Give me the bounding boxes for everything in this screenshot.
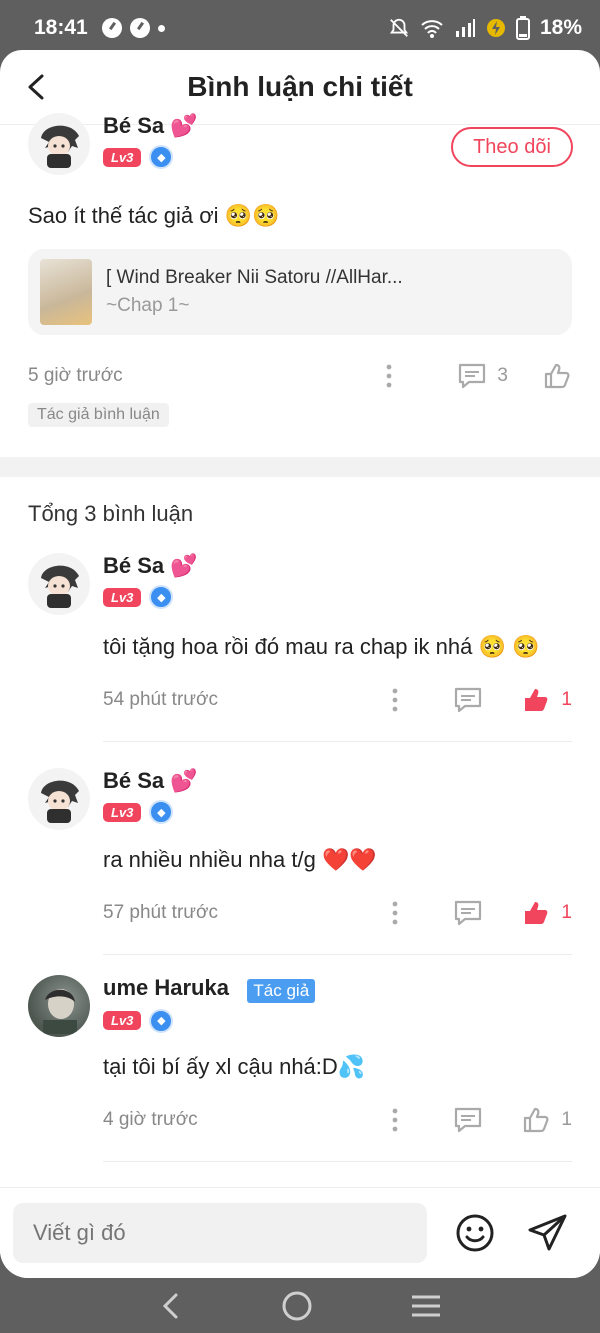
chibi-avatar-icon [41, 780, 79, 823]
battery-icon [515, 16, 530, 40]
diamond-badge-icon: ◆ [149, 800, 174, 824]
page-title: Bình luận chi tiết [187, 71, 413, 102]
more-options-icon[interactable] [385, 900, 405, 926]
chibi-avatar-icon [41, 565, 79, 608]
comment-item: ume Haruka Tác giả Lv3 ◆ tại tôi bí ấy x… [0, 975, 600, 1162]
reply-icon[interactable] [453, 1106, 483, 1134]
like-count: 1 [561, 689, 572, 710]
avatar[interactable] [28, 113, 90, 175]
comment-separator [103, 1161, 572, 1162]
diamond-badge-icon: ◆ [149, 585, 174, 609]
like-count: 1 [561, 902, 572, 923]
comment-item: Bé Sa 💕 Lv3 ◆ ra nhiều nhiều nha t/g ❤️❤… [0, 768, 600, 955]
section-divider [0, 457, 600, 477]
like-icon[interactable] [542, 361, 572, 391]
level-badge: Lv3 [103, 147, 142, 167]
battery-percent: 18% [539, 16, 582, 39]
diamond-badge-icon: ◆ [149, 1008, 174, 1033]
original-comment: Bé Sa 💕 Lv3 ◆ Theo dõi [0, 113, 600, 195]
post-time: 5 giờ trước [28, 365, 123, 386]
nav-recents-icon[interactable] [410, 1292, 442, 1320]
comment-separator [103, 954, 572, 955]
comment-item: Bé Sa 💕 Lv3 ◆ tôi tặng hoa rồi đó mau ra… [0, 553, 600, 742]
comment-input[interactable] [13, 1203, 427, 1263]
total-comments: Tổng 3 bình luận [28, 501, 194, 526]
comment-username[interactable]: ume Haruka [103, 975, 229, 1000]
author-comment-tag: Tác giả bình luận [28, 403, 169, 427]
status-notification-icons [101, 18, 165, 38]
chibi-avatar-icon [41, 125, 79, 168]
comment-text: tôi tặng hoa rồi đó mau ra chap ik nhá 🥺… [103, 634, 540, 659]
comment-detail-sheet: Bình luận chi tiết Bé Sa 💕 Lv3 ◆ Theo dõ… [0, 50, 600, 1278]
level-badge: Lv3 [103, 1011, 142, 1031]
speedometer-icon-2 [129, 18, 150, 38]
comment-text: ra nhiều nhiều nha t/g ❤️❤️ [103, 847, 377, 872]
system-navigation-bar [0, 1278, 600, 1333]
more-options-icon[interactable] [385, 1107, 405, 1133]
like-filled-icon[interactable] [521, 685, 551, 715]
back-arrow-icon[interactable] [24, 72, 52, 102]
status-bar: 18:41 18% [0, 0, 600, 56]
follow-button[interactable]: Theo dõi [451, 127, 573, 167]
post-content: Sao ít thế tác giả ơi 🥺🥺 [28, 203, 280, 228]
reply-icon[interactable] [453, 899, 483, 927]
avatar[interactable] [28, 975, 90, 1037]
comment-username[interactable]: Bé Sa 💕 [103, 553, 198, 579]
reply-count: 3 [497, 365, 508, 386]
status-time: 18:41 [34, 16, 88, 39]
profile-photo-icon [43, 989, 77, 1034]
nav-back-icon[interactable] [158, 1291, 184, 1321]
author-badge: Tác giả [247, 978, 316, 1003]
like-icon[interactable] [521, 1105, 551, 1135]
avatar[interactable] [28, 553, 90, 615]
more-options-icon[interactable] [385, 687, 405, 713]
comment-time: 4 giờ trước [103, 1109, 198, 1130]
signal-icon [455, 19, 475, 37]
comment-input-bar [0, 1187, 600, 1278]
avatar[interactable] [28, 768, 90, 830]
wifi-icon [421, 20, 443, 38]
send-icon[interactable] [527, 1213, 569, 1253]
post-meta: 5 giờ trước 3 [0, 361, 600, 391]
comment-username[interactable]: Bé Sa 💕 [103, 768, 198, 794]
post-username[interactable]: Bé Sa 💕 [103, 113, 198, 139]
like-filled-icon[interactable] [521, 898, 551, 928]
level-badge: Lv3 [103, 802, 142, 822]
more-notifications-dot-icon [157, 24, 165, 32]
like-count: 1 [561, 1109, 572, 1130]
level-badge: Lv3 [103, 587, 142, 607]
reply-icon[interactable] [457, 362, 487, 390]
comment-time: 57 phút trước [103, 902, 218, 923]
mute-bell-icon [389, 18, 409, 37]
emoji-icon[interactable] [455, 1213, 495, 1253]
comment-separator [103, 741, 572, 742]
comment-text: tại tôi bí ấy xl cậu nhá:D💦 [103, 1054, 366, 1079]
battery-saver-icon [486, 19, 505, 37]
diamond-badge-icon: ◆ [149, 145, 174, 169]
nav-home-icon[interactable] [281, 1290, 313, 1322]
more-options-icon[interactable] [379, 363, 399, 389]
speedometer-icon [101, 18, 122, 38]
story-chapter: ~Chap 1~ [106, 295, 190, 316]
comment-time: 54 phút trước [103, 689, 218, 710]
story-title: [ Wind Breaker Nii Satoru //AllHar... [106, 267, 403, 288]
reply-icon[interactable] [453, 686, 483, 714]
story-thumbnail [40, 259, 92, 325]
story-card[interactable]: [ Wind Breaker Nii Satoru //AllHar... ~C… [28, 249, 572, 335]
